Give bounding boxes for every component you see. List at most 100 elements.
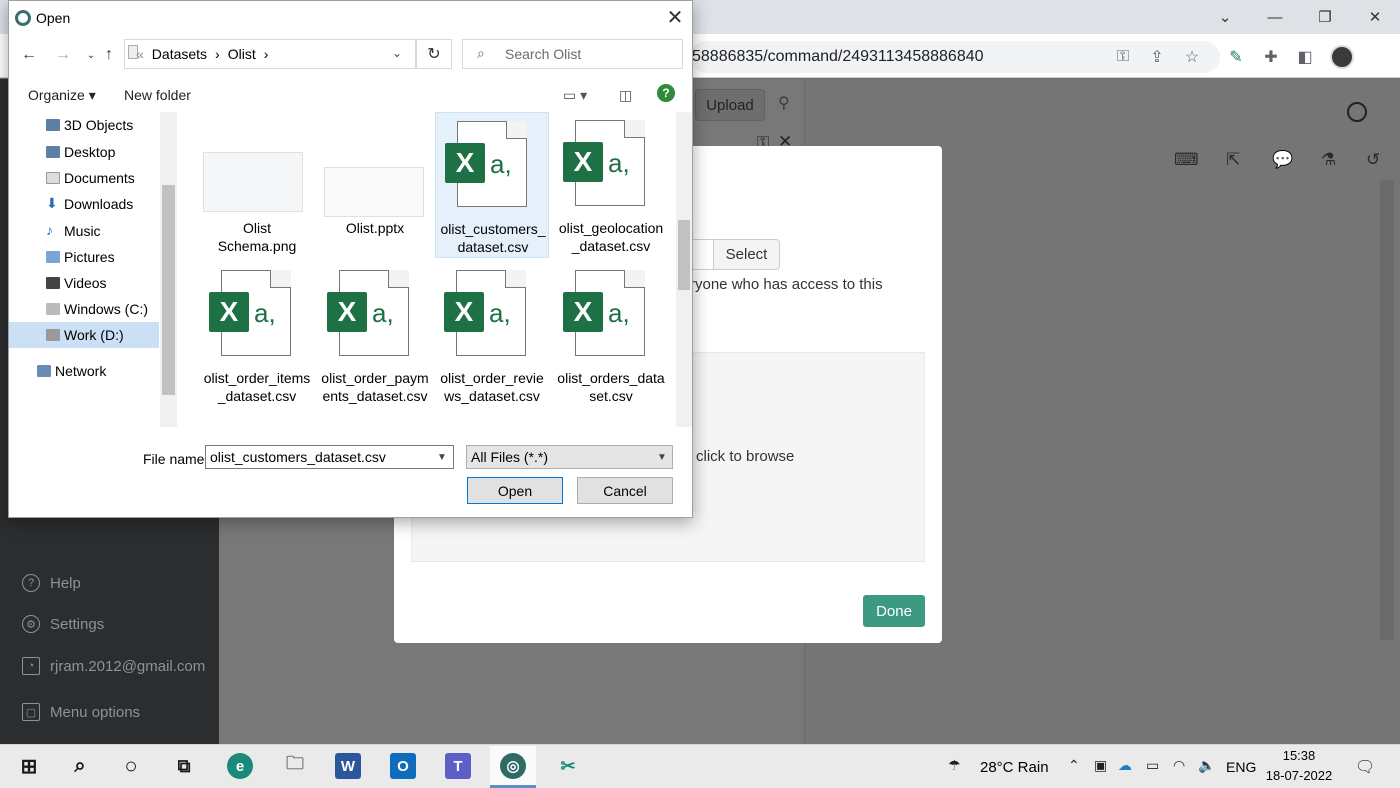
sidebar-item-account[interactable]: ◔ rjram.2012@gmail.com <box>22 657 205 675</box>
dialog-title: Open <box>36 10 71 26</box>
file-item-order-items-dataset[interactable]: Xa, olist_order_items _dataset.csv <box>200 262 314 408</box>
file-type-select[interactable]: All Files (*.*) <box>466 445 673 469</box>
word-icon[interactable]: W <box>335 753 361 779</box>
nav-item-work-d[interactable]: Work (D:) <box>46 327 124 343</box>
file-explorer-icon[interactable]: 🗀 <box>282 753 308 779</box>
up-arrow-icon[interactable]: ↑ <box>98 44 120 66</box>
help-icon[interactable]: ? <box>657 84 675 102</box>
battery-icon[interactable]: ▭ <box>1146 757 1159 774</box>
chrome-icon <box>15 10 31 26</box>
flask-icon[interactable]: ⚗ <box>1321 150 1336 170</box>
pen-icon[interactable]: ✎ <box>1225 46 1247 68</box>
select-button[interactable]: Select <box>713 239 780 270</box>
close-icon[interactable]: ✕ <box>660 3 690 31</box>
pin-icon[interactable]: ⚲ <box>778 93 790 113</box>
chrome-icon[interactable]: ◎ <box>500 753 526 779</box>
sidebar-item-settings[interactable]: ⚙ Settings <box>22 615 104 633</box>
new-folder-button[interactable]: New folder <box>124 87 191 103</box>
onedrive-icon[interactable]: ☁ <box>1118 757 1132 774</box>
back-arrow-icon[interactable]: ← <box>18 44 40 66</box>
nav-item-music[interactable]: ♪ Music <box>46 222 101 239</box>
nav-item-3d-objects[interactable]: 3D Objects <box>46 117 133 133</box>
cortana-icon[interactable]: ○ <box>118 753 144 779</box>
command-bar <box>9 80 692 110</box>
export-icon[interactable]: ⇱ <box>1226 150 1240 170</box>
chevron-down-icon[interactable]: ▼ <box>432 446 452 468</box>
restore-icon[interactable]: ❐ <box>1300 0 1350 34</box>
close-icon[interactable]: ✕ <box>1350 0 1400 34</box>
keyboard-icon[interactable]: ⌨ <box>1174 150 1199 170</box>
sidebar-item-label: rjram.2012@gmail.com <box>50 657 206 675</box>
volume-icon[interactable]: 🔈 <box>1198 757 1215 774</box>
view-icon[interactable]: ▭ ▾ <box>563 87 587 104</box>
chevron-down-icon[interactable]: ⌄ <box>392 46 402 60</box>
teams-icon[interactable]: T <box>445 753 471 779</box>
meet-now-icon[interactable]: ▣ <box>1094 757 1107 774</box>
taskbar <box>0 744 1400 788</box>
breadcrumb-datasets[interactable]: Datasets <box>152 46 207 62</box>
file-item-order-reviews-dataset[interactable]: Xa, olist_order_revie ws_dataset.csv <box>435 262 549 408</box>
clock-time[interactable]: 15:38 <box>1264 748 1334 763</box>
nav-item-windows-c[interactable]: Windows (C:) <box>46 301 148 317</box>
clock-date[interactable]: 18-07-2022 <box>1264 768 1334 783</box>
file-item-orders-dataset[interactable]: Xa, olist_orders_data set.csv <box>554 262 668 408</box>
upload-button[interactable]: Upload <box>695 89 765 121</box>
sidebar-item-menu-options[interactable]: ▢ Menu options <box>22 703 140 721</box>
organize-button[interactable]: Organize ▾ <box>28 87 96 104</box>
chevron-down-icon[interactable]: ▼ <box>652 446 672 468</box>
clock-icon[interactable] <box>1347 102 1367 122</box>
star-icon[interactable]: ☆ <box>1181 46 1203 68</box>
open-button[interactable]: Open <box>467 477 563 504</box>
address-text[interactable]: 58886835/command/2493113458886840 <box>692 48 984 66</box>
file-item-customers-dataset[interactable]: Xa, olist_customers_ dataset.csv <box>435 112 549 258</box>
chevron-down-icon[interactable]: ⌄ <box>1200 0 1250 34</box>
done-button[interactable]: Done <box>863 595 925 627</box>
cancel-button[interactable]: Cancel <box>577 477 673 504</box>
minimize-icon[interactable]: — <box>1250 0 1300 34</box>
pptx-thumbnail <box>324 167 424 217</box>
nav-item-downloads[interactable]: ⬇ Downloads <box>46 195 133 212</box>
path-input[interactable] <box>690 239 714 270</box>
nav-item-desktop[interactable]: Desktop <box>46 144 115 160</box>
nav-item-videos[interactable]: Videos <box>46 275 107 291</box>
file-name-input[interactable]: olist_customers_dataset.csv <box>205 445 454 469</box>
sidebar-icon[interactable]: ◧ <box>1294 46 1316 68</box>
nav-item-pictures[interactable]: Pictures <box>46 249 115 265</box>
edge-icon[interactable]: e <box>227 753 253 779</box>
search-icon[interactable]: ⌕ <box>67 753 93 779</box>
history-icon[interactable]: ↺ <box>1366 150 1380 170</box>
nav-item-network[interactable]: Network <box>37 363 106 379</box>
nav-scroll-thumb[interactable] <box>162 185 175 395</box>
sidebar-item-help[interactable]: ? Help <box>22 574 81 592</box>
excel-icon: X <box>563 142 603 182</box>
forward-arrow-icon[interactable]: → <box>52 44 74 66</box>
outlook-icon[interactable]: O <box>390 753 416 779</box>
snipping-tool-icon[interactable]: ✂ <box>555 753 581 779</box>
weather-icon: ☂ <box>948 757 961 773</box>
refresh-icon[interactable]: ↻ <box>416 39 452 69</box>
dropzone-text: click to browse <box>696 448 795 465</box>
chevron-up-icon[interactable]: ⌃ <box>1068 757 1080 774</box>
file-item-olist-schema[interactable]: Olist Schema.png <box>200 112 314 258</box>
preview-pane-icon[interactable]: ◫ <box>619 87 632 104</box>
extensions-icon[interactable]: ✚ <box>1260 46 1282 68</box>
file-item-olist-pptx[interactable]: Olist.pptx <box>318 112 432 258</box>
file-item-order-payments-dataset[interactable]: Xa, olist_order_paym ents_dataset.csv <box>318 262 432 408</box>
key-icon[interactable]: ⚿ <box>1112 46 1134 68</box>
wifi-icon[interactable]: ◠ <box>1173 757 1185 774</box>
comments-icon[interactable]: 💬 <box>1272 150 1293 170</box>
share-icon[interactable]: ⇪ <box>1146 46 1168 68</box>
breadcrumb-olist[interactable]: Olist <box>228 46 256 62</box>
file-scroll-thumb[interactable] <box>678 220 690 290</box>
windows-start-icon[interactable]: ⊞ <box>16 753 42 779</box>
nav-item-documents[interactable]: Documents <box>46 170 135 186</box>
excel-icon: X <box>327 292 367 332</box>
language-indicator[interactable]: ENG <box>1226 759 1256 775</box>
weather-text[interactable]: 28°C Rain <box>980 759 1049 776</box>
right-scrollbar[interactable] <box>1380 180 1394 640</box>
image-thumbnail <box>203 152 303 212</box>
file-item-geolocation-dataset[interactable]: Xa, olist_geolocation _dataset.csv <box>554 112 668 258</box>
notifications-icon[interactable]: 🗨 <box>1355 757 1375 777</box>
task-view-icon[interactable]: ⧉ <box>171 753 197 779</box>
profile-avatar[interactable] <box>1330 45 1354 69</box>
